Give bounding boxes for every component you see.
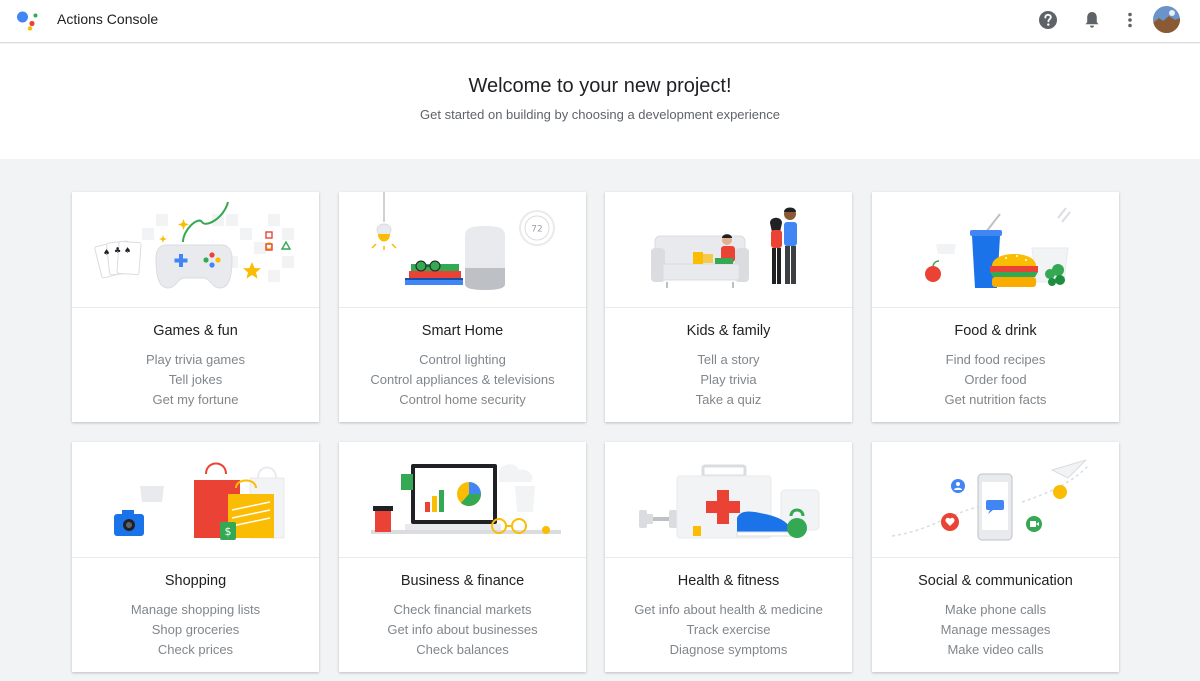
card-examples: Check financial markets Get info about b… [339, 600, 586, 660]
parents [770, 207, 797, 284]
account-avatar[interactable] [1153, 6, 1180, 33]
assistant-logo-icon [17, 11, 38, 31]
example-text: Get my fortune [152, 392, 239, 407]
example-text: Check balances [416, 642, 509, 657]
card-games-fun[interactable]: ♠ ♣ ♠ Games & fun Play trivia games Tell… [72, 192, 319, 422]
example-text: Control lighting [419, 352, 506, 367]
example-text: Track exercise [686, 622, 771, 637]
card-business-finance[interactable]: Business & finance Check financial marke… [339, 442, 586, 672]
smart-home-illustration: 72 [339, 192, 586, 308]
svg-text:♣: ♣ [114, 246, 121, 255]
example-text: Manage messages [940, 622, 1051, 637]
shopping-illustration: $ [72, 442, 319, 558]
camera [114, 510, 144, 536]
example-text: Tell a story [697, 352, 760, 367]
card-examples: Tell a story Play trivia Take a quiz [605, 350, 852, 410]
card-title: Smart Home [421, 323, 504, 339]
card-title: Games & fun [153, 323, 238, 339]
example-text: Check financial markets [393, 602, 532, 617]
dumbbell [639, 510, 677, 528]
example-text: Play trivia [700, 372, 757, 387]
welcome-banner: Welcome to your new project! Get started… [0, 44, 1200, 159]
card-examples: Make phone calls Manage messages Make vi… [872, 600, 1119, 660]
card-food-drink[interactable]: Food & drink Find food recipes Order foo… [872, 192, 1119, 422]
card-health-fitness[interactable]: Health & fitness Get info about health &… [605, 442, 852, 672]
card-examples: Control lighting Control appliances & te… [339, 350, 586, 410]
health-fitness-illustration [605, 442, 852, 558]
top-app-bar: Actions Console [0, 0, 1200, 43]
card-title: Food & drink [954, 323, 1037, 339]
card-title: Social & communication [918, 573, 1073, 589]
notifications-icon[interactable] [1081, 9, 1103, 31]
thermostat: 72 [519, 210, 555, 246]
help-icon[interactable] [1037, 9, 1059, 31]
example-text: Play trivia games [146, 352, 245, 367]
svg-text:♠: ♠ [124, 246, 131, 255]
card-title: Health & fitness [677, 573, 780, 589]
example-text: Make video calls [947, 642, 1044, 657]
card-title: Kids & family [686, 323, 771, 339]
example-text: Make phone calls [944, 602, 1047, 617]
coffee-cup [373, 506, 393, 532]
card-examples: Play trivia games Tell jokes Get my fort… [72, 350, 319, 410]
card-shopping[interactable]: $ Shopping Manage shopping lists Shop gr… [72, 442, 319, 672]
game-controller [155, 244, 233, 289]
example-text: Tell jokes [168, 372, 223, 387]
burger [990, 254, 1038, 287]
example-text: Manage shopping lists [130, 602, 261, 617]
example-text: Diagnose symptoms [669, 642, 788, 657]
phone [977, 473, 1013, 541]
apple [925, 260, 941, 282]
svg-text:♠: ♠ [103, 248, 110, 257]
social-communication-illustration [872, 442, 1119, 558]
example-text: Shop groceries [151, 622, 240, 637]
kids-family-illustration [605, 192, 852, 308]
shopping-bags: $ [194, 462, 274, 540]
example-text: Get info about health & medicine [634, 602, 823, 617]
example-text: Check prices [157, 642, 234, 657]
example-text: Control home security [399, 392, 526, 407]
card-smart-home[interactable]: 72 Smart Home Control lighting Control a… [339, 192, 586, 422]
smart-speaker [465, 226, 505, 290]
card-title: Shopping [164, 573, 227, 589]
example-text: Get nutrition facts [944, 392, 1047, 407]
card-examples: Manage shopping lists Shop groceries Che… [72, 600, 319, 660]
card-examples: Get info about health & medicine Track e… [605, 600, 852, 660]
svg-text:72: 72 [531, 225, 542, 235]
card-title: Business & finance [400, 573, 525, 589]
business-finance-illustration [339, 442, 586, 558]
food-drink-illustration [872, 192, 1119, 308]
welcome-subtitle: Get started on building by choosing a de… [420, 107, 780, 122]
card-examples: Find food recipes Order food Get nutriti… [872, 350, 1119, 410]
app-title: Actions Console [57, 11, 159, 27]
svg-text:$: $ [225, 525, 232, 538]
card-kids-family[interactable]: Kids & family Tell a story Play trivia T… [605, 192, 852, 422]
playing-cards: ♠ ♣ ♠ [94, 240, 142, 279]
example-text: Find food recipes [945, 352, 1046, 367]
example-text: Control appliances & televisions [370, 372, 555, 387]
welcome-title: Welcome to your new project! [468, 75, 732, 97]
example-text: Take a quiz [695, 392, 762, 407]
example-text: Order food [964, 372, 1027, 387]
card-social-communication[interactable]: Social & communication Make phone calls … [872, 442, 1119, 672]
games-illustration: ♠ ♣ ♠ [72, 192, 319, 308]
example-text: Get info about businesses [387, 622, 538, 637]
more-vert-icon[interactable] [1119, 9, 1141, 31]
